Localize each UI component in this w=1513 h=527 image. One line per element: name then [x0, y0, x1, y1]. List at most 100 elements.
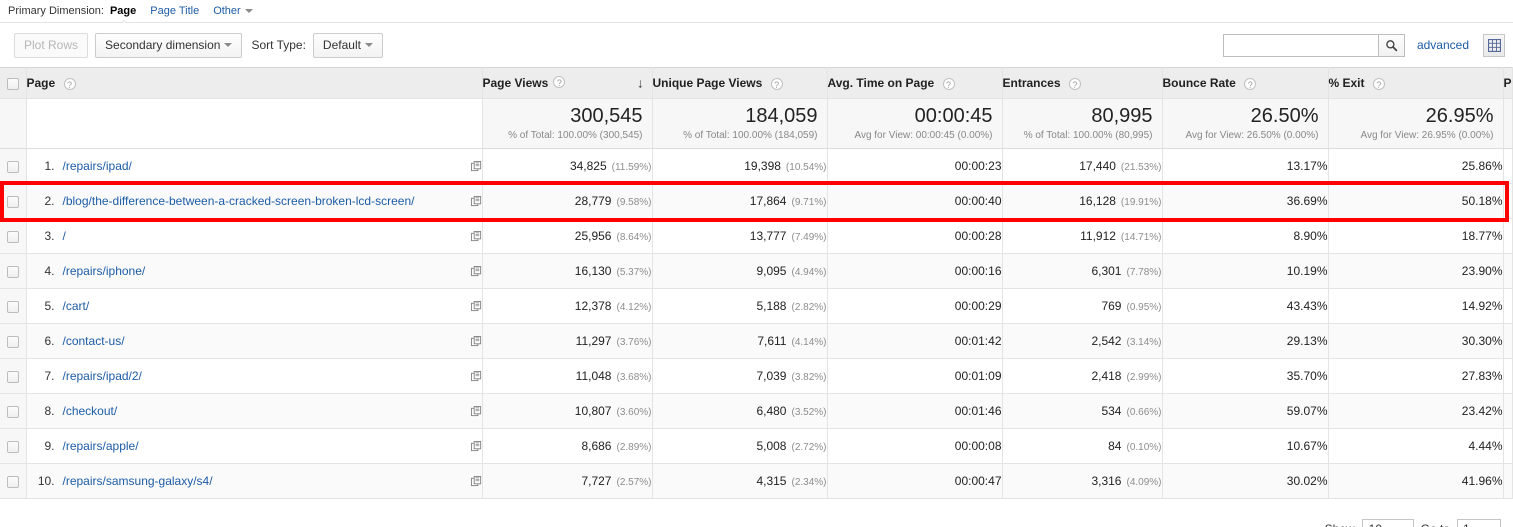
open-page-button[interactable]: [470, 230, 482, 242]
row-checkbox[interactable]: [6, 335, 19, 348]
plot-rows-button[interactable]: Plot Rows: [14, 32, 89, 58]
cell-page-value: [1503, 463, 1513, 499]
open-page-icon: [470, 230, 481, 241]
table-row: 8. /checkout/10,807 (3.60%) 6,480 (3.52%) 00:…: [0, 393, 1513, 429]
row-checkbox[interactable]: [6, 475, 19, 488]
page-path-link[interactable]: /: [63, 229, 66, 243]
help-icon[interactable]: ?: [942, 77, 955, 90]
advanced-link[interactable]: advanced: [1417, 38, 1469, 52]
cell-page-views: 7,727 (2.57%): [482, 463, 653, 499]
select-all-checkbox[interactable]: [6, 77, 19, 90]
row-number: 7.: [44, 369, 55, 383]
cell-page-value: [1503, 183, 1513, 219]
row-number: 4.: [44, 264, 55, 278]
cell-percent-exit: 50.18%: [1328, 183, 1504, 219]
column-header-page-value[interactable]: P: [1503, 67, 1513, 99]
cell-page-views: 28,779 (9.58%): [482, 183, 653, 219]
open-page-button[interactable]: [470, 475, 482, 487]
rows-per-page-select[interactable]: 10: [1361, 519, 1414, 527]
page-path-link[interactable]: /contact-us/: [63, 334, 125, 348]
cell-percent-exit: 25.86%: [1328, 148, 1504, 184]
open-page-button[interactable]: [470, 265, 482, 277]
summary-page-value: [1503, 98, 1513, 149]
open-page-button[interactable]: [470, 440, 482, 452]
page-path-link[interactable]: /repairs/ipad/: [63, 159, 132, 173]
table-row: 5. /cart/12,378 (4.12%) 5,188 (2.82%) 00:00:2…: [0, 288, 1513, 324]
cell-entrances: 6,301 (7.78%): [1002, 253, 1163, 289]
row-checkbox[interactable]: [6, 195, 19, 208]
table-row: 10. /repairs/samsung-galaxy/s4/7,727 (2.57…: [0, 463, 1513, 499]
column-header-entrances[interactable]: Entrances ?: [1002, 67, 1163, 99]
cell-avg-time-on-page: 00:00:08: [827, 428, 1003, 464]
summary-percent-exit: 26.95% Avg for View: 26.95% (0.00%): [1328, 98, 1504, 149]
cell-avg-time-on-page: 00:00:23: [827, 148, 1003, 184]
page-path-link[interactable]: /repairs/iphone/: [63, 264, 146, 278]
sort-type-select[interactable]: Default: [312, 32, 383, 58]
help-icon[interactable]: ?: [1372, 77, 1385, 90]
cell-avg-time-on-page: 00:00:29: [827, 288, 1003, 324]
primary-dimension-page[interactable]: Page: [110, 5, 136, 17]
open-page-button[interactable]: [470, 405, 482, 417]
cell-page-views: 8,686 (2.89%): [482, 428, 653, 464]
open-page-button[interactable]: [470, 300, 482, 312]
help-icon[interactable]: ?: [770, 77, 783, 90]
summary-row: 300,545 % of Total: 100.00% (300,545) 18…: [0, 98, 1513, 149]
page-path-link[interactable]: /repairs/samsung-galaxy/s4/: [63, 474, 213, 488]
page-path-link[interactable]: /blog/the-difference-between-a-cracked-s…: [63, 194, 415, 208]
table-view-button[interactable]: [1483, 33, 1505, 57]
row-checkbox[interactable]: [6, 370, 19, 383]
row-number: 1.: [44, 159, 55, 173]
cell-bounce-rate: 59.07%: [1162, 393, 1329, 429]
search-input[interactable]: [1222, 33, 1378, 57]
cell-bounce-rate: 10.19%: [1162, 253, 1329, 289]
open-page-button[interactable]: [470, 160, 482, 172]
page-path-link[interactable]: /cart/: [63, 299, 90, 313]
row-checkbox-cell: [0, 358, 27, 394]
primary-dimension-label: Primary Dimension:: [8, 5, 104, 17]
column-header-unique-page-views[interactable]: Unique Page Views ?: [652, 67, 828, 99]
row-checkbox[interactable]: [6, 230, 19, 243]
primary-dimension-page-title[interactable]: Page Title: [150, 5, 199, 17]
help-icon[interactable]: ?: [63, 77, 76, 90]
cell-unique-page-views: 13,777 (7.49%): [652, 218, 828, 254]
row-checkbox[interactable]: [6, 440, 19, 453]
help-icon[interactable]: ?: [1068, 77, 1081, 90]
page-path-link[interactable]: /checkout/: [63, 404, 118, 418]
open-page-button[interactable]: [470, 335, 482, 347]
row-checkbox[interactable]: [6, 160, 19, 173]
open-page-button[interactable]: [470, 195, 482, 207]
go-to-page-input[interactable]: [1457, 519, 1501, 527]
table-search: [1222, 33, 1405, 57]
cell-bounce-rate: 36.69%: [1162, 183, 1329, 219]
cell-unique-page-views: 6,480 (3.52%): [652, 393, 828, 429]
page-path-link[interactable]: /repairs/ipad/2/: [63, 369, 142, 383]
primary-dimension-other[interactable]: Other: [213, 5, 253, 17]
cell-entrances: 11,912 (14.71%): [1002, 218, 1163, 254]
column-header-page-views[interactable]: Page Views ? ↓: [482, 67, 653, 99]
open-page-icon: [470, 370, 481, 381]
column-header-page[interactable]: Page ?: [26, 67, 483, 99]
secondary-dimension-button[interactable]: Secondary dimension: [95, 32, 243, 58]
cell-avg-time-on-page: 00:01:09: [827, 358, 1003, 394]
open-page-icon: [470, 475, 481, 486]
row-checkbox[interactable]: [6, 405, 19, 418]
row-checkbox[interactable]: [6, 300, 19, 313]
column-header-bounce-rate[interactable]: Bounce Rate ?: [1162, 67, 1329, 99]
page-path-link[interactable]: /repairs/apple/: [63, 439, 139, 453]
help-icon[interactable]: ?: [553, 76, 566, 88]
search-button[interactable]: [1377, 33, 1405, 57]
row-number: 6.: [44, 334, 55, 348]
cell-page-value: [1503, 358, 1513, 394]
row-checkbox[interactable]: [6, 265, 19, 278]
column-header-percent-exit[interactable]: % Exit ?: [1328, 67, 1504, 99]
column-header-avg-time-on-page[interactable]: Avg. Time on Page ?: [827, 67, 1003, 99]
sort-descending-icon: ↓: [637, 75, 644, 91]
cell-entrances: 16,128 (19.91%): [1002, 183, 1163, 219]
pages-data-table: Page ? Page Views ? ↓ Unique Page Views …: [0, 67, 1513, 499]
cell-entrances: 84 (0.10%): [1002, 428, 1163, 464]
search-icon: [1386, 39, 1398, 51]
open-page-button[interactable]: [470, 370, 482, 382]
table-grid-icon: [1487, 38, 1501, 52]
help-icon[interactable]: ?: [1244, 77, 1257, 90]
cell-page: 2. /blog/the-difference-between-a-cracked…: [26, 183, 483, 219]
